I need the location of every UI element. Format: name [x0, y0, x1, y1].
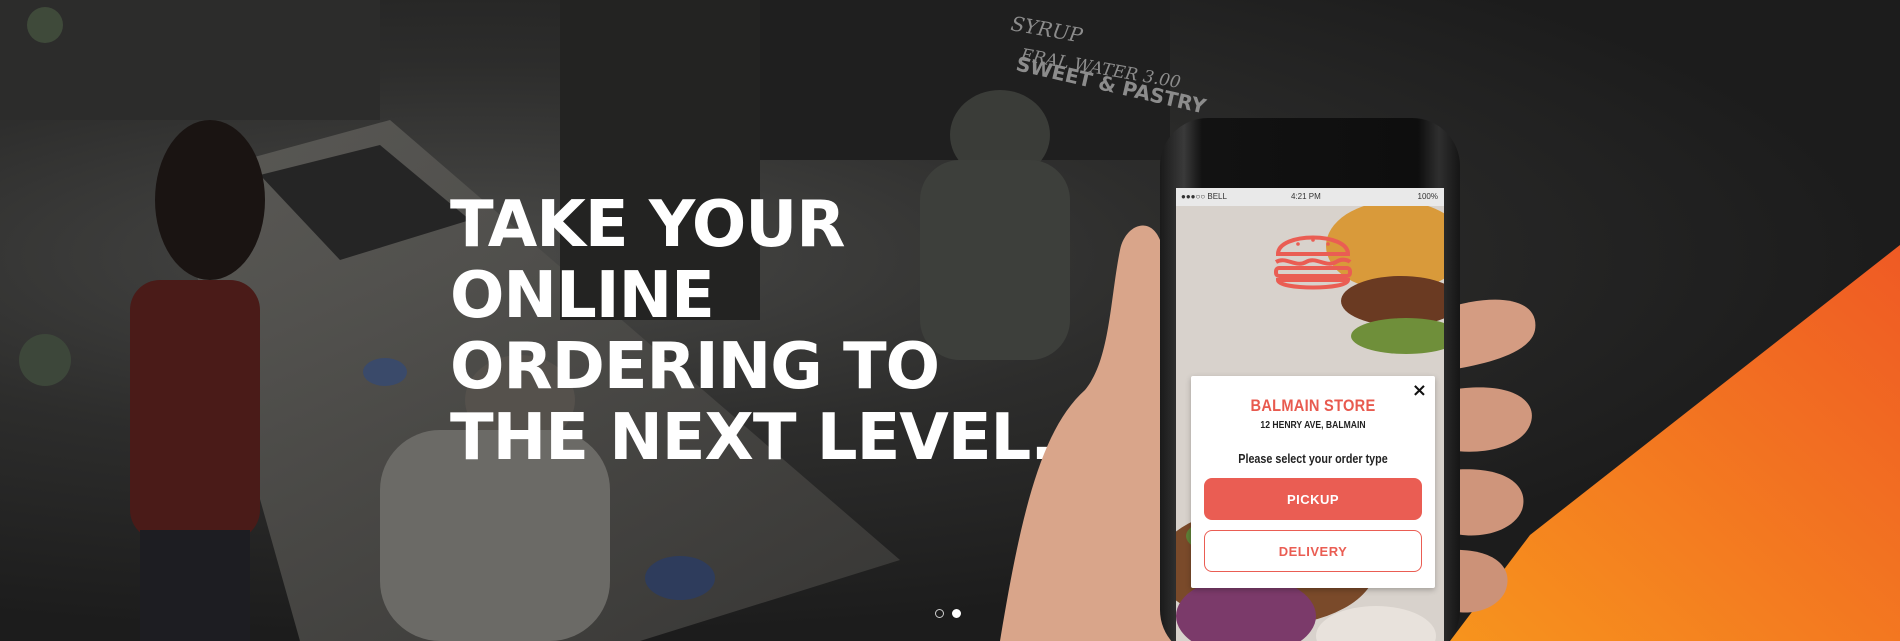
hero-banner: SYRUP ERAL WATER 3.00 SWEET & PASTRY TAK…: [0, 0, 1900, 641]
order-type-modal: × BALMAIN STORE 12 HENRY AVE, BALMAIN Pl…: [1191, 376, 1435, 588]
carrier-label: ●●●○○ BELL: [1181, 192, 1227, 201]
delivery-button[interactable]: DELIVERY: [1204, 530, 1422, 572]
clock-label: 4:21 PM: [1291, 192, 1321, 201]
battery-label: 100%: [1417, 192, 1438, 201]
pickup-button[interactable]: PICKUP: [1204, 478, 1422, 520]
phone-mockup: ●●●○○ BELL 4:21 PM 100% × BALMAIN STORE …: [1160, 118, 1460, 641]
phone-screen: ●●●○○ BELL 4:21 PM 100% × BALMAIN STORE …: [1176, 188, 1444, 641]
store-name: BALMAIN STORE: [1250, 396, 1376, 415]
burger-icon: [1274, 235, 1352, 290]
store-address: 12 HENRY AVE, BALMAIN: [1260, 420, 1366, 431]
status-bar: ●●●○○ BELL 4:21 PM 100%: [1176, 188, 1444, 206]
carousel-dot-1[interactable]: [935, 609, 944, 618]
hand-illustration: [1000, 225, 1536, 641]
order-type-prompt: Please select your order type: [1238, 452, 1388, 466]
carousel-dot-2[interactable]: [952, 609, 961, 618]
carousel-indicators: [935, 609, 961, 618]
